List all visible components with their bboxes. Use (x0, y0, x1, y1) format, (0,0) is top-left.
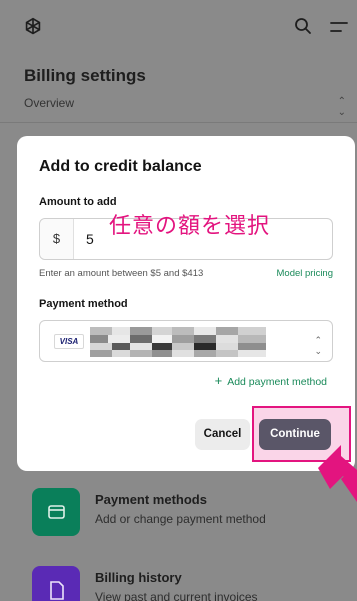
billing-history-title: Billing history (95, 570, 182, 585)
search-icon[interactable] (294, 17, 312, 35)
select-chevron-icon: ⌃ ⌄ (337, 96, 346, 118)
select-chevron-icon: ⌃ ⌄ (314, 335, 322, 356)
document-icon (32, 566, 80, 601)
payment-method-label: Payment method (39, 298, 128, 310)
add-credit-modal: Add to credit balance Amount to add $ 5 … (17, 136, 355, 471)
top-bar (0, 0, 357, 56)
plus-icon: + (214, 373, 223, 388)
divider (0, 122, 357, 123)
modal-title: Add to credit balance (39, 158, 202, 175)
billing-history-card[interactable]: Billing history View past and current in… (32, 562, 322, 601)
page-title: Billing settings (24, 66, 146, 85)
menu-icon[interactable] (330, 20, 348, 34)
payment-methods-card[interactable]: Payment methods Add or change payment me… (32, 484, 322, 544)
section-select[interactable]: Overview ⌃ ⌄ (24, 96, 350, 118)
amount-value[interactable]: 5 (86, 231, 94, 247)
amount-hint: Enter an amount between $5 and $413 (39, 268, 204, 279)
annotation-label: 任意の額を選択 (109, 213, 271, 238)
currency-symbol: $ (40, 219, 74, 259)
payment-methods-subtitle: Add or change payment method (95, 512, 266, 526)
amount-label: Amount to add (39, 196, 117, 208)
credit-card-icon (32, 488, 80, 536)
payment-methods-title: Payment methods (95, 492, 207, 507)
cancel-button[interactable]: Cancel (195, 419, 250, 450)
model-pricing-link[interactable]: Model pricing (277, 268, 334, 279)
openai-logo-icon[interactable] (22, 16, 44, 38)
payment-method-select[interactable]: VISA ⌃ ⌄ (39, 320, 333, 362)
section-select-value: Overview (24, 96, 75, 110)
continue-button[interactable]: Continue (259, 419, 331, 450)
billing-history-subtitle: View past and current invoices (95, 590, 258, 601)
add-payment-method-label: Add payment method (227, 376, 327, 388)
add-payment-method-link[interactable]: + Add payment method (215, 373, 327, 388)
visa-card-icon: VISA (54, 334, 84, 349)
masked-card-number (90, 327, 266, 357)
